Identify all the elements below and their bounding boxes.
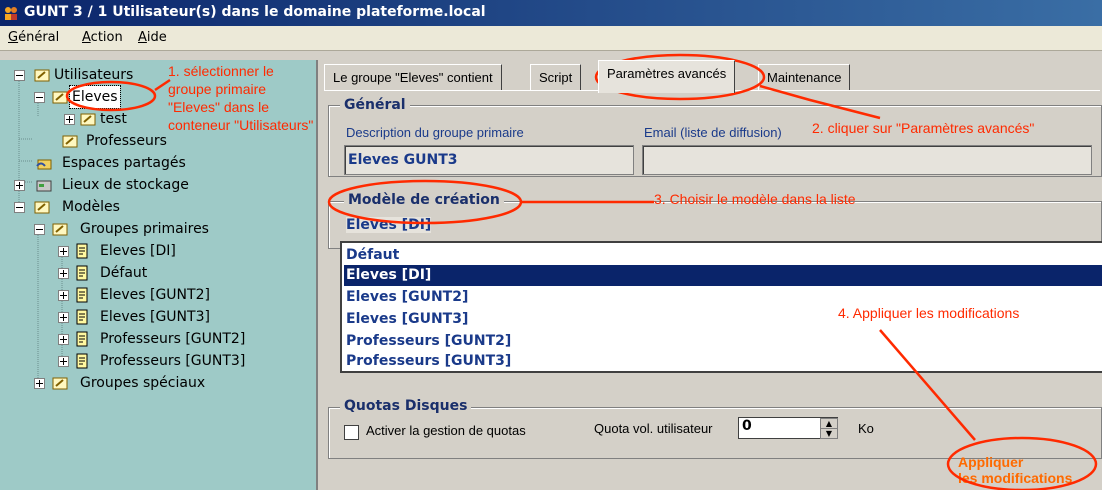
tab-script[interactable]: Script: [530, 64, 582, 91]
folder-group-icon: [52, 377, 68, 390]
expand-icon[interactable]: [34, 378, 45, 389]
expand-icon[interactable]: [58, 268, 69, 279]
list-item[interactable]: Eleves [DI]: [344, 265, 1102, 286]
general-title: Général: [340, 97, 410, 113]
window-title: GUNT 3 / 1 Utilisateur(s) dans le domain…: [24, 4, 486, 20]
quota-label: Quota vol. utilisateur: [594, 421, 713, 436]
expand-icon[interactable]: [58, 356, 69, 367]
app-icon: [5, 7, 17, 20]
expand-icon[interactable]: [58, 334, 69, 345]
annotation-step-4: 4. Appliquer les modifications: [838, 305, 1020, 321]
shared-folder-icon: [36, 159, 52, 170]
tab-maintenance[interactable]: Maintenance: [758, 64, 851, 91]
spin-down-icon[interactable]: ▼: [820, 428, 838, 439]
quotas-checkbox[interactable]: [344, 425, 359, 440]
folder-group-icon: [52, 91, 68, 104]
menu-bar: Général Action Aide: [0, 26, 1102, 51]
folder-group-icon: [52, 223, 68, 236]
email-field[interactable]: [642, 145, 1092, 175]
modele-title: Modèle de création: [344, 192, 504, 208]
list-item[interactable]: Professeurs [GUNT3]: [344, 351, 1102, 372]
email-label: Email (liste de diffusion): [644, 125, 782, 140]
expand-icon[interactable]: [58, 246, 69, 257]
annotation-step-2: 2. cliquer sur "Paramètres avancés": [812, 120, 1035, 136]
menu-general[interactable]: Général: [8, 30, 59, 45]
list-item[interactable]: Professeurs [GUNT2]: [344, 331, 1102, 352]
template-doc-icon: [76, 243, 88, 259]
tab-contenu[interactable]: Le groupe "Eleves" contient: [324, 64, 502, 91]
description-field[interactable]: Eleves GUNT3: [344, 145, 634, 175]
folder-group-icon: [62, 135, 78, 148]
quota-unit: Ko: [858, 421, 874, 436]
menu-aide[interactable]: Aide: [138, 30, 167, 45]
folder-group-icon: [80, 113, 96, 126]
apply-button[interactable]: Appliquer les modifications: [958, 454, 1072, 486]
quotas-title: Quotas Disques: [340, 398, 472, 414]
template-doc-icon: [76, 309, 88, 325]
expand-icon[interactable]: [14, 180, 25, 191]
title-bar: GUNT 3 / 1 Utilisateur(s) dans le domain…: [0, 0, 1102, 26]
collapse-icon[interactable]: [14, 70, 25, 81]
collapse-icon[interactable]: [34, 92, 45, 103]
list-item[interactable]: Défaut: [344, 245, 1102, 266]
template-doc-icon: [76, 287, 88, 303]
quotas-checkbox-label: Activer la gestion de quotas: [366, 423, 526, 438]
modele-combo[interactable]: Eleves [DI]: [346, 217, 432, 233]
folder-templates-icon: [34, 201, 50, 214]
annotation-step-3: 3. Choisir le modèle dans la liste: [654, 191, 856, 207]
menu-action[interactable]: Action: [82, 30, 123, 45]
folder-users-icon: [34, 69, 50, 82]
expand-icon[interactable]: [58, 312, 69, 323]
tab-parametres-avances[interactable]: Paramètres avancés: [598, 60, 736, 93]
description-label: Description du groupe primaire: [346, 125, 524, 140]
template-doc-icon: [76, 353, 88, 369]
annotation-step-1: 1. sélectionner le groupe primaire "Elev…: [168, 63, 314, 133]
collapse-icon[interactable]: [34, 224, 45, 235]
storage-icon: [36, 180, 52, 192]
collapse-icon[interactable]: [14, 202, 25, 213]
expand-icon[interactable]: [58, 290, 69, 301]
tab-panel: Général Description du groupe primaire E…: [324, 90, 1102, 489]
expand-icon[interactable]: [64, 114, 75, 125]
template-doc-icon: [76, 265, 88, 281]
template-doc-icon: [76, 331, 88, 347]
